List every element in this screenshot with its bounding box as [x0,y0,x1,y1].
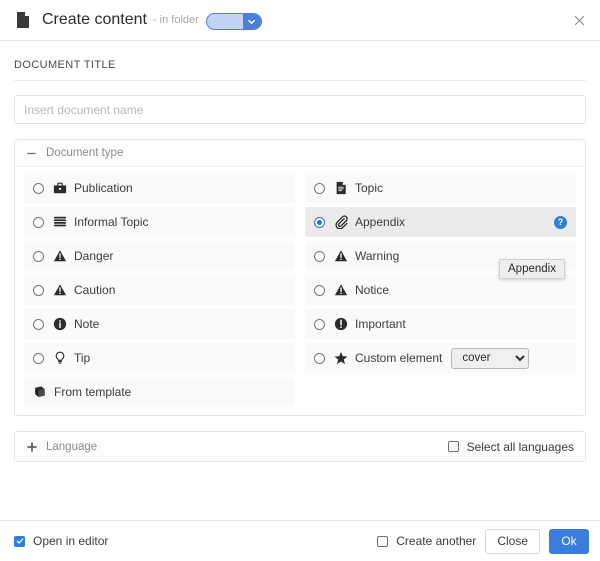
option-label: Custom element [355,351,442,365]
paperclip-icon [334,215,348,229]
lightbulb-icon [53,351,67,365]
warning-triangle-icon [53,283,67,297]
open-in-editor-option[interactable]: Open in editor [14,534,108,548]
radio-caution[interactable] [33,285,44,296]
option-label: Publication [74,181,133,195]
document-icon [334,181,348,195]
option-label: Topic [355,181,383,195]
radio-appendix[interactable] [314,217,325,228]
help-circle-icon[interactable]: ? [554,216,567,229]
exclamation-circle-icon [334,317,348,331]
document-type-option-grid: Publication Topic Informal Topic [24,173,576,407]
create-another-option[interactable]: Create another [377,534,476,548]
radio-note[interactable] [33,319,44,330]
ok-button[interactable]: Ok [549,529,589,554]
custom-element-select[interactable]: cover [451,348,529,369]
warning-triangle-icon [334,249,348,263]
warning-triangle-icon [334,283,348,297]
document-type-panel-label: Document type [46,147,123,159]
document-icon [14,11,32,29]
option-custom-element[interactable]: Custom element cover [305,343,576,373]
option-label: Warning [355,249,399,263]
briefcase-icon [53,181,67,195]
option-note[interactable]: Note [24,309,295,339]
option-label: From template [54,385,131,399]
option-label: Danger [74,249,113,263]
open-in-editor-checkbox[interactable] [14,536,25,547]
radio-tip[interactable] [33,353,44,364]
radio-topic[interactable] [314,183,325,194]
radio-warning[interactable] [314,251,325,262]
option-important[interactable]: Important [305,309,576,339]
document-title-label: DOCUMENT TITLE [14,41,586,81]
folder-selector[interactable] [206,13,262,30]
language-panel-header[interactable]: Language Select all languages [15,432,585,461]
dialog-footer: Open in editor Create another Close Ok [0,520,600,561]
option-notice[interactable]: Notice [305,275,576,305]
document-type-panel-header[interactable]: Document type [15,140,585,167]
close-icon[interactable] [568,9,590,31]
option-from-template[interactable]: From template [24,377,295,407]
option-label: Informal Topic [74,215,148,229]
option-label: Note [74,317,99,331]
radio-notice[interactable] [314,285,325,296]
warning-triangle-icon [53,249,67,263]
select-all-languages-label: Select all languages [467,440,574,454]
close-button[interactable]: Close [485,529,540,554]
plus-icon[interactable] [26,442,37,452]
option-label: Notice [355,283,389,297]
appendix-tooltip: Appendix [499,259,565,279]
create-another-label: Create another [396,534,476,548]
radio-publication[interactable] [33,183,44,194]
star-icon [334,351,348,365]
language-panel-label: Language [46,441,97,453]
grid-empty-cell [305,377,576,407]
document-type-options: Publication Topic Informal Topic [15,167,585,415]
dialog-header: Create content - in folder [0,0,600,41]
option-label: Caution [74,283,115,297]
dialog-body: DOCUMENT TITLE Document type Publication [0,41,600,462]
option-label: Important [355,317,406,331]
minus-icon[interactable] [26,149,37,158]
radio-custom-element[interactable] [314,353,325,364]
option-tip[interactable]: Tip [24,343,295,373]
create-another-checkbox[interactable] [377,536,388,547]
option-label: Appendix [355,215,405,229]
open-in-editor-label: Open in editor [33,534,108,548]
option-informal-topic[interactable]: Informal Topic [24,207,295,237]
option-topic[interactable]: Topic [305,173,576,203]
language-panel: Language Select all languages [14,431,586,462]
document-title-input[interactable] [14,95,586,124]
select-all-languages-checkbox[interactable] [448,441,459,452]
option-danger[interactable]: Danger [24,241,295,271]
stacked-lines-icon [53,215,67,229]
radio-danger[interactable] [33,251,44,262]
option-appendix[interactable]: Appendix ? [305,207,576,237]
option-label: Tip [74,351,90,365]
book-icon [33,385,47,399]
radio-important[interactable] [314,319,325,330]
option-publication[interactable]: Publication [24,173,295,203]
info-circle-icon [53,317,67,331]
radio-informal-topic[interactable] [33,217,44,228]
page-title: Create content [42,11,147,29]
option-caution[interactable]: Caution [24,275,295,305]
in-folder-label: - in folder [153,14,199,26]
chevron-down-icon[interactable] [243,14,261,29]
